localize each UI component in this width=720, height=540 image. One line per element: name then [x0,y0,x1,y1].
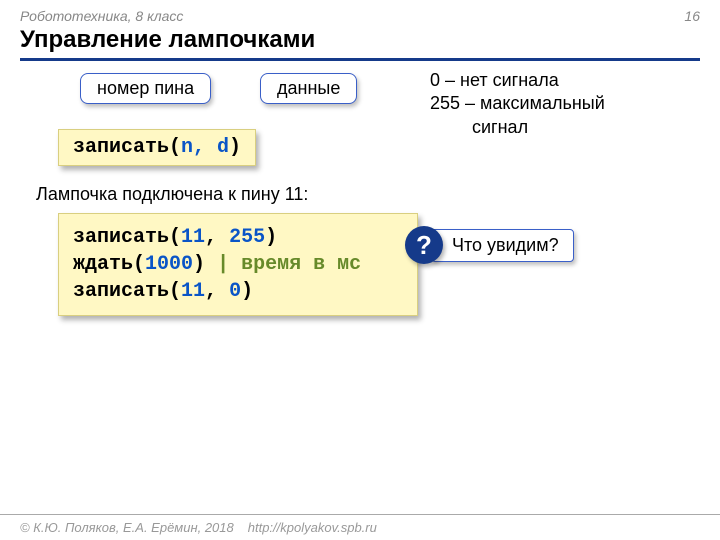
signal-legend: 0 – нет сигнала 255 – максимальный сигна… [430,69,605,139]
pill-data: данные [260,73,357,104]
slide-footer: © К.Ю. Поляков, Е.А. Ерёмин, 2018 http:/… [0,514,720,540]
code-line-1: записать(11, 255) [73,224,403,251]
code-example-box: записать(11, 255) ждать(1000) | время в … [58,213,418,316]
question-callout: ? Что увидим? [405,226,574,264]
code-line-3: записать(11, 0) [73,278,403,305]
signal-line-max-a: 255 – максимальный [430,92,605,115]
code-syntax-box: записать(n, d) [58,129,256,166]
title-bar: Управление лампочками [0,26,720,58]
signal-line-zero: 0 – нет сигнала [430,69,605,92]
question-mark-icon: ? [405,226,443,264]
content: номер пина данные 0 – нет сигнала 255 – … [0,61,720,316]
signal-line-max-b: сигнал [472,116,605,139]
subtext: Лампочка подключена к пину 11: [36,184,690,205]
course-label: Робототехника, 8 класс [20,8,183,24]
annotation-row: номер пина данные 0 – нет сигнала 255 – … [30,73,690,123]
page-title: Управление лампочками [20,26,700,54]
copyright: © К.Ю. Поляков, Е.А. Ерёмин, 2018 [20,520,234,535]
paren-close: ) [229,136,241,159]
slide-header: Робототехника, 8 класс 16 [0,0,720,26]
code-args: n, d [181,136,229,159]
paren-open: ( [169,136,181,159]
question-label: Что увидим? [431,229,574,262]
pill-pin-number: номер пина [80,73,211,104]
footer-url: http://kpolyakov.spb.ru [248,520,377,535]
page-number: 16 [684,8,700,24]
code-line-2: ждать(1000) | время в мс [73,251,403,278]
code-fn: записать [73,136,169,159]
